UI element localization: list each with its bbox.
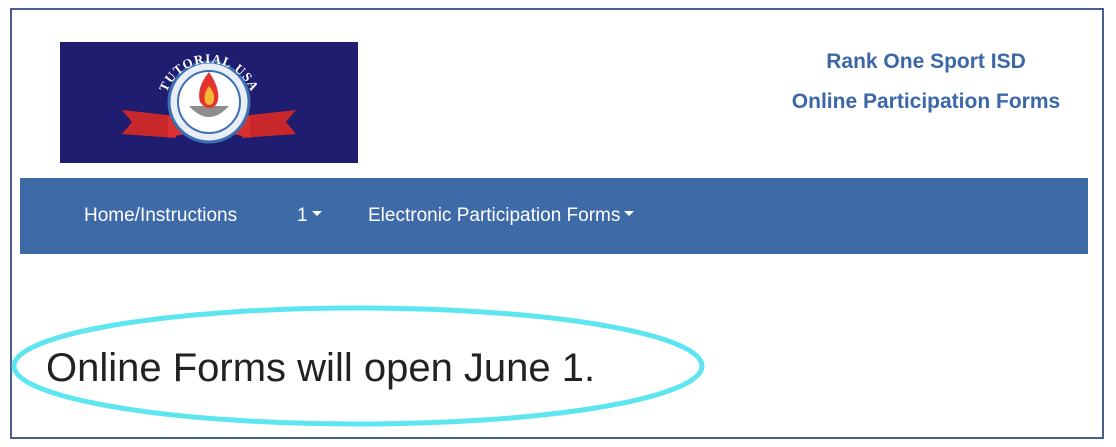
nav-home-instructions[interactable]: Home/Instructions — [84, 178, 237, 254]
nav-dropdown-1-label: 1 — [297, 205, 308, 226]
nav-home-label: Home/Instructions — [84, 205, 238, 226]
main-navbar: Home/Instructions 1 Electronic Participa… — [20, 178, 1088, 254]
notice-highlight: Online Forms will open June 1. — [6, 302, 706, 428]
nav-electronic-forms[interactable]: Electronic Participation Forms — [368, 178, 635, 254]
nav-electronic-forms-label: Electronic Participation Forms — [368, 205, 621, 226]
ribbon-left-icon — [122, 110, 176, 138]
ribbon-right-icon — [242, 110, 296, 138]
nav-dropdown-1[interactable]: 1 — [297, 178, 322, 254]
forms-open-notice: Online Forms will open June 1. — [46, 346, 596, 390]
site-subtitle: Online Participation Forms — [791, 90, 1061, 113]
site-title: Rank One Sport ISD Online Participation … — [736, 42, 1096, 122]
chevron-down-icon — [311, 211, 322, 217]
chevron-down-icon — [624, 211, 635, 217]
tutorial-usa-logo[interactable]: TUTORIAL USA — [60, 42, 358, 163]
logo-emblem-icon: TUTORIAL USA — [122, 51, 296, 144]
school-name: Rank One Sport ISD — [826, 50, 1026, 73]
